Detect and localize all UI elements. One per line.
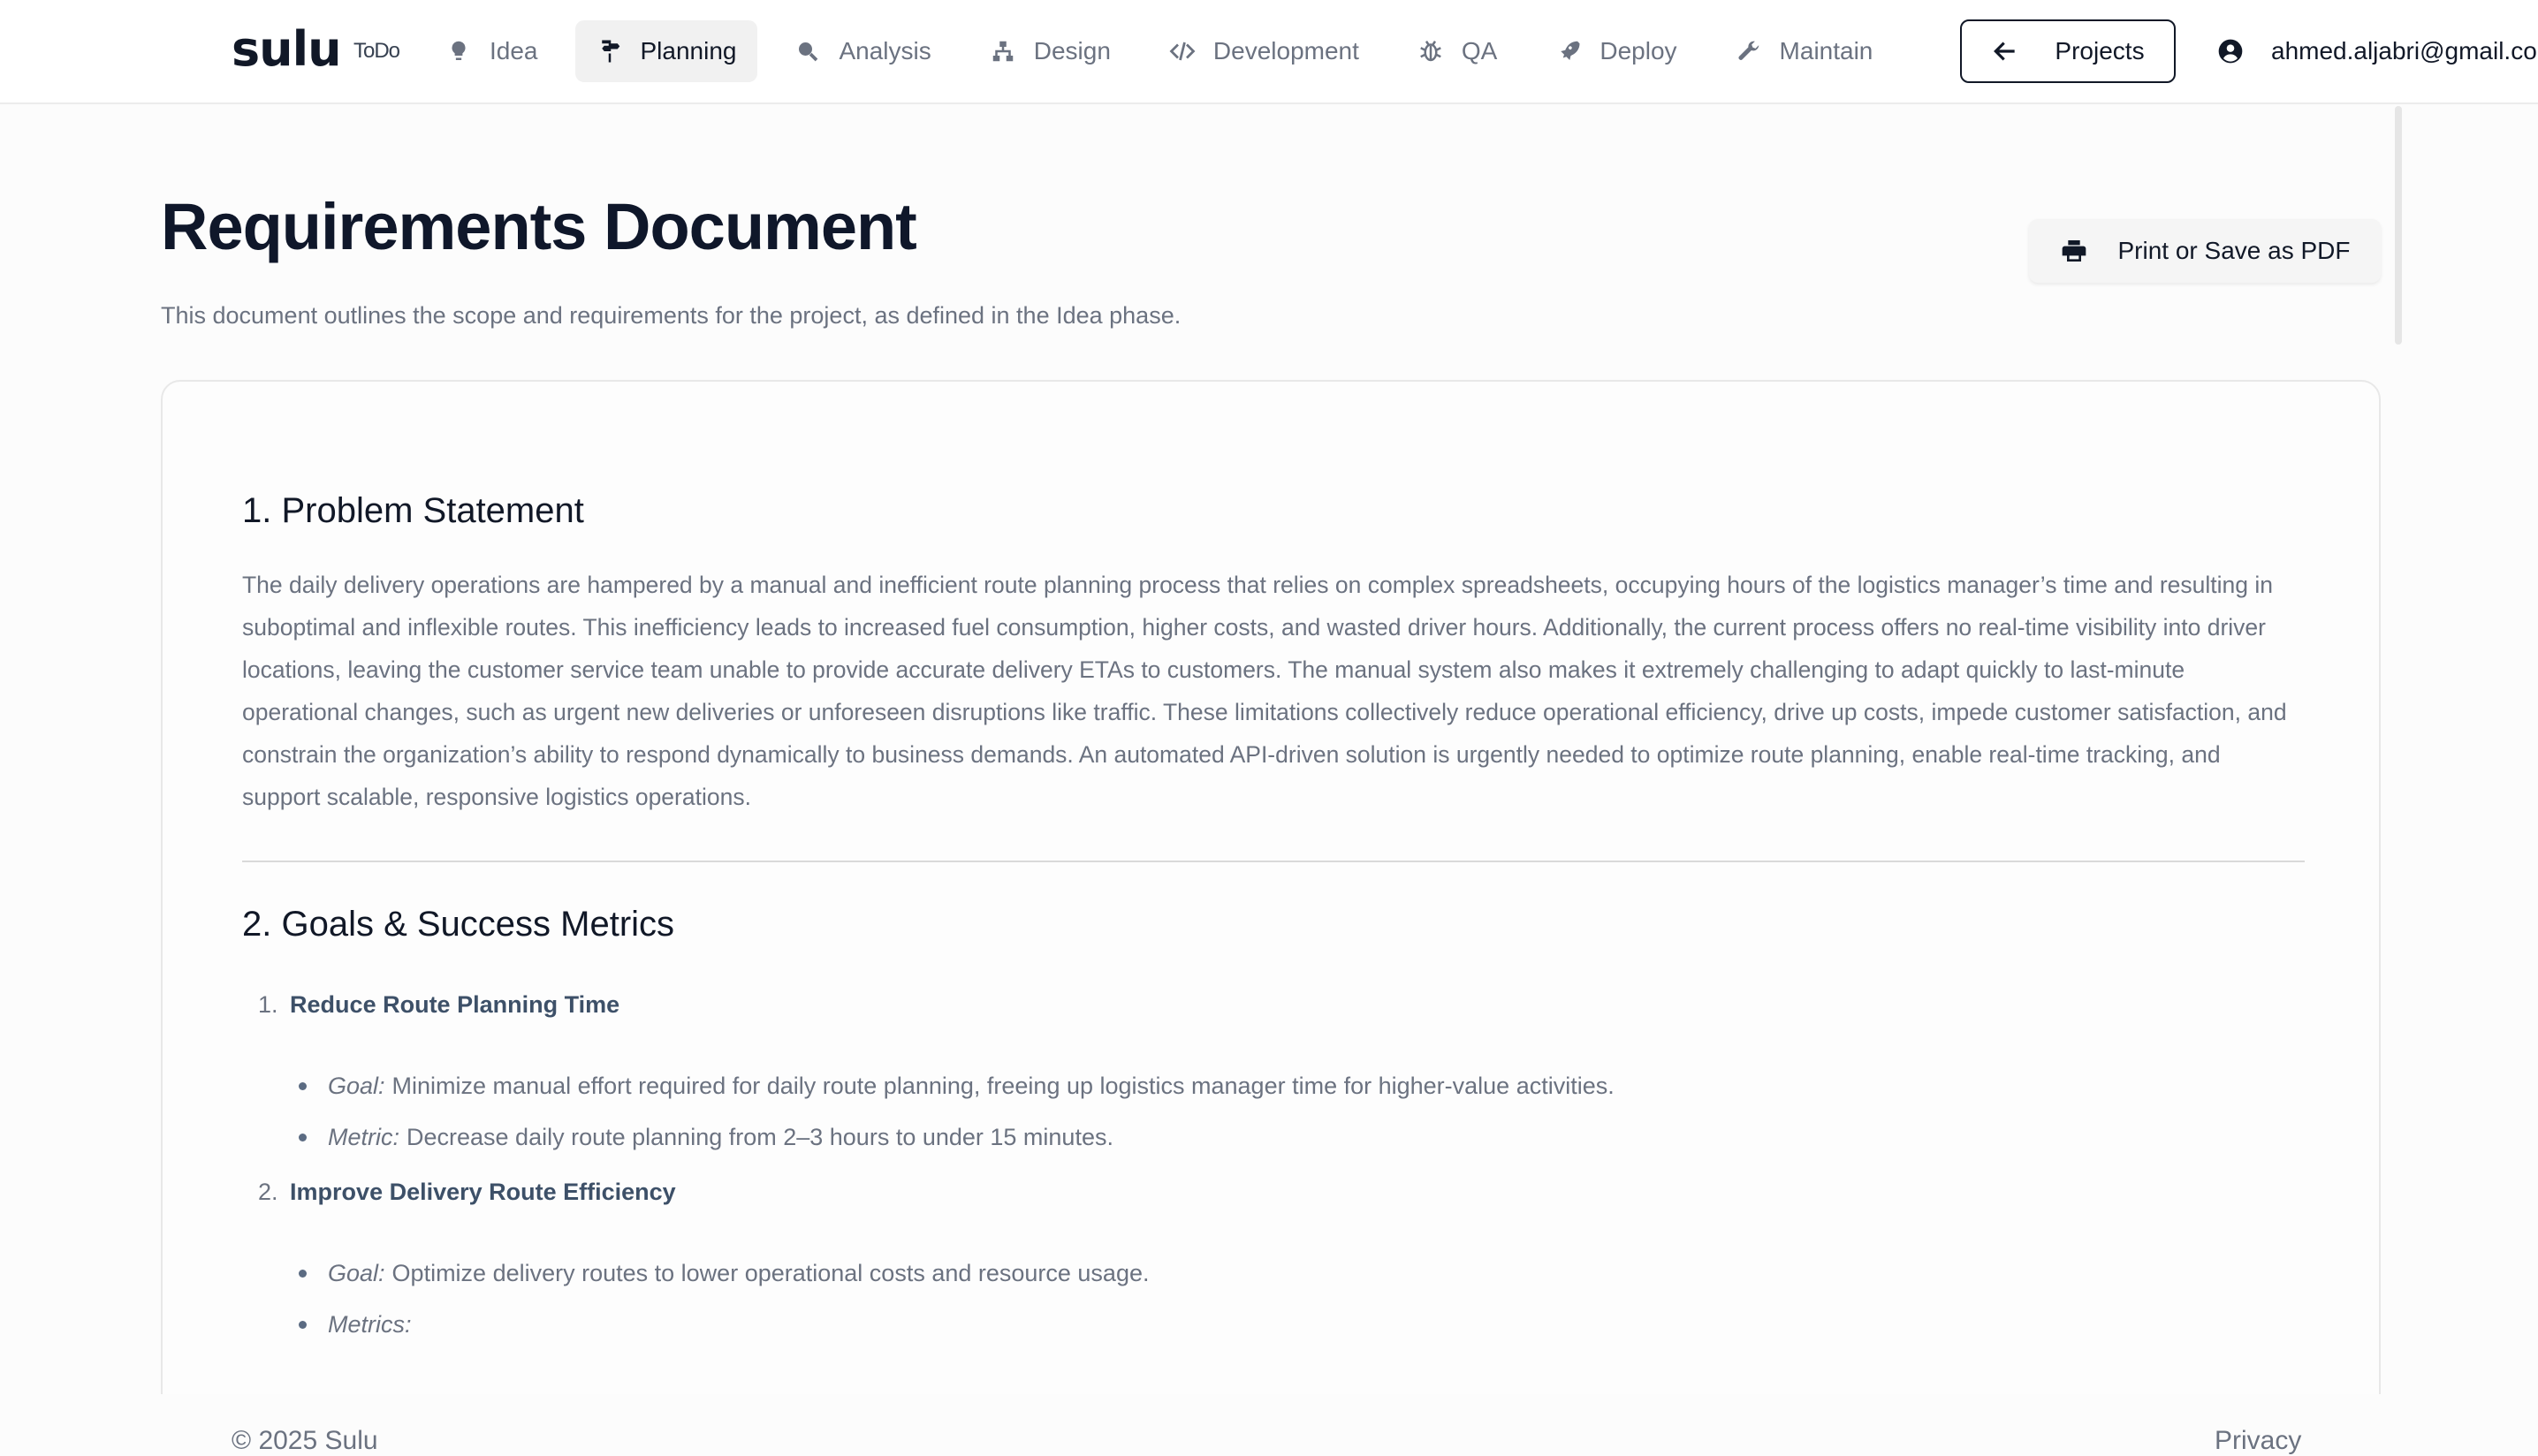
bullet-label: Metric: [328,1124,399,1150]
bullet-label: Goal: [328,1073,385,1099]
list-item: Goal: Minimize manual effort required fo… [299,1073,1615,1100]
bullet-dot [299,1270,307,1278]
problem-statement-text: The daily delivery operations are hamper… [242,572,2287,810]
top-navigation-bar: sulu ToDo Idea Planning Analysis Design … [0,0,2538,104]
print-button-label: Print or Save as PDF [2117,237,2351,264]
nav-label: Design [1033,37,1111,64]
nav-label: Planning [640,37,737,64]
section-heading-problem: 1. Problem Statement [242,491,584,530]
user-circle-icon [2218,39,2243,64]
projects-button-label: Projects [2055,37,2145,64]
phase-nav: Idea Planning Analysis Design Developmen… [424,19,1910,83]
list-item: Metrics: [299,1311,419,1338]
section-heading-goals: 2. Goals & Success Metrics [242,905,675,944]
nav-label: QA [1461,37,1498,64]
bullet-label: Metrics: [328,1311,412,1338]
privacy-link[interactable]: Privacy [2215,1426,2301,1456]
logo-tag: ToDo [353,39,400,63]
goal-item: 1. Reduce Route Planning Time [258,991,619,1019]
signpost-icon [601,40,619,63]
projects-button[interactable]: Projects [1960,19,2176,83]
goal-number: 1. [258,991,278,1018]
arrow-left-icon [1994,42,2016,61]
magnifier-icon [799,42,818,62]
bullet-dot [299,1082,307,1090]
nav-item-planning[interactable]: Planning [574,20,758,82]
nav-item-design[interactable]: Design [969,20,1132,82]
footer: © 2025 Sulu Privacy [0,1394,2538,1456]
nav-label: Deploy [1600,37,1677,64]
scrollbar-thumb[interactable] [2395,106,2402,345]
footer-copyright: © 2025 Sulu [232,1426,378,1455]
bullet-text: Minimize manual effort required for dail… [391,1073,1615,1099]
nav-label: Development [1212,37,1359,64]
bullet-dot [299,1134,307,1141]
page-subtitle: This document outlines the scope and req… [161,302,1182,329]
nav-item-deploy[interactable]: Deploy [1534,20,1698,82]
nav-item-qa[interactable]: QA [1396,20,1518,82]
nav-label: Maintain [1779,37,1873,64]
rocket-icon [1561,41,1580,60]
logo[interactable]: sulu [232,21,342,77]
sitemap-icon [992,41,1013,62]
printer-icon [2062,240,2086,262]
code-icon [1169,42,1196,61]
bullet-dot [299,1321,307,1329]
nav-item-maintain[interactable]: Maintain [1714,20,1895,82]
goal-title: Improve Delivery Route Efficiency [290,1179,676,1205]
page-title: Requirements Document [161,190,917,263]
print-button[interactable]: Print or Save as PDF [2029,219,2381,283]
lightbulb-icon [452,41,466,60]
goal-number: 2. [258,1179,278,1205]
goal-title: Reduce Route Planning Time [290,991,620,1018]
nav-label: Analysis [839,37,931,64]
nav-item-analysis[interactable]: Analysis [773,20,952,82]
bug-icon [1420,41,1441,62]
list-item: Metric: Decrease daily route planning fr… [299,1124,1113,1151]
wrench-icon [1738,41,1759,60]
nav-item-development[interactable]: Development [1148,20,1380,82]
requirements-document: 1. Problem Statement The daily delivery … [161,380,2381,1456]
user-menu[interactable]: ahmed.aljabri@gmail.com [2216,19,2538,83]
bullet-text: Optimize delivery routes to lower operat… [391,1260,1150,1286]
nav-item-idea[interactable]: Idea [424,20,559,82]
bullet-label: Goal: [328,1260,385,1286]
list-item: Goal: Optimize delivery routes to lower … [299,1260,1149,1287]
bullet-text: Decrease daily route planning from 2–3 h… [407,1124,1113,1150]
user-email: ahmed.aljabri@gmail.com [2271,37,2538,64]
goal-item: 2. Improve Delivery Route Efficiency [258,1179,676,1206]
section-divider [242,861,2305,862]
nav-label: Idea [490,37,538,64]
